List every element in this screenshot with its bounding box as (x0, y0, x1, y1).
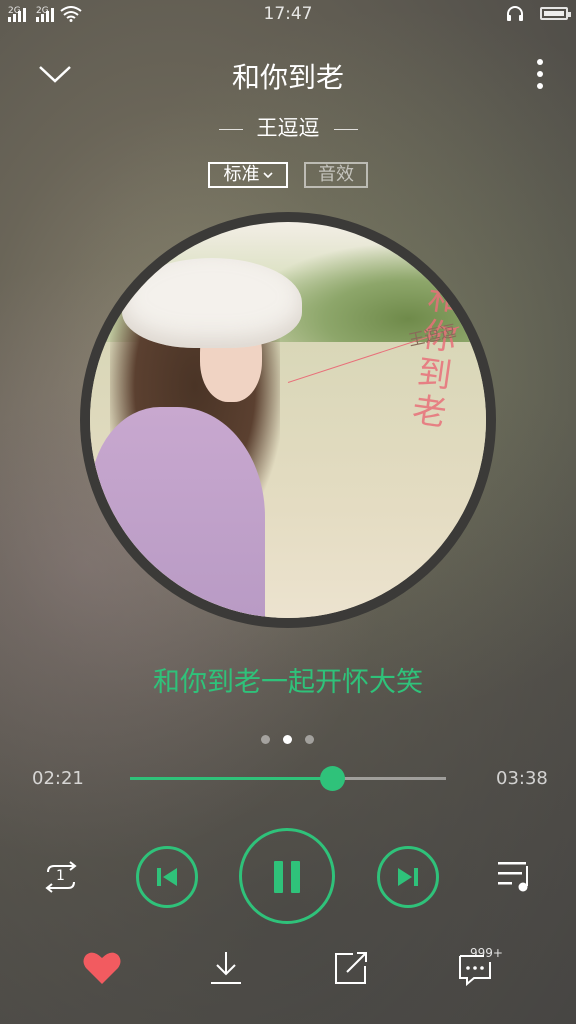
previous-button[interactable] (136, 846, 198, 908)
current-lyric[interactable]: 和你到老一起开怀大笑 (0, 660, 576, 699)
quality-select[interactable]: 标准 (208, 162, 288, 188)
progress-slider[interactable] (130, 766, 446, 791)
status-bar: 2G 2G 17:47 (0, 0, 576, 30)
repeat-mode-number: 1 (56, 868, 65, 884)
download-icon[interactable] (206, 948, 246, 988)
divider (333, 128, 358, 130)
album-cover[interactable]: 和你到老 王逗逗 (90, 222, 486, 618)
share-icon[interactable] (331, 948, 371, 988)
elapsed-time: 02:21 (32, 768, 84, 789)
next-icon (398, 868, 418, 886)
artist-row: 王逗逗 (0, 112, 576, 142)
chevron-down-icon (262, 172, 273, 179)
repeat-mode-button[interactable]: 1 (40, 860, 82, 894)
progress-thumb[interactable] (319, 766, 345, 791)
cover-hat (122, 258, 302, 348)
page-dot (261, 735, 270, 744)
comment-count-badge: 999+ (470, 946, 503, 960)
previous-icon (157, 868, 177, 886)
more-vertical-icon[interactable] (532, 58, 548, 92)
headphone-icon (507, 6, 523, 21)
quality-label: 标准 (223, 164, 260, 185)
pause-button[interactable] (239, 828, 335, 924)
divider (218, 128, 243, 130)
page-dot (305, 735, 314, 744)
pause-icon (274, 861, 300, 893)
sound-effect-button[interactable]: 音效 (304, 162, 368, 188)
cover-figure (90, 407, 265, 618)
next-button[interactable] (377, 846, 439, 908)
clock: 17:47 (263, 4, 313, 24)
artist-name[interactable]: 王逗逗 (257, 116, 320, 140)
song-title: 和你到老 (231, 61, 344, 94)
duration-time: 03:38 (496, 768, 548, 789)
playlist-icon[interactable] (496, 858, 536, 894)
battery-icon (540, 7, 571, 20)
page-dot-active (283, 735, 292, 744)
heart-icon[interactable] (82, 948, 122, 988)
progress-fill (130, 777, 332, 780)
